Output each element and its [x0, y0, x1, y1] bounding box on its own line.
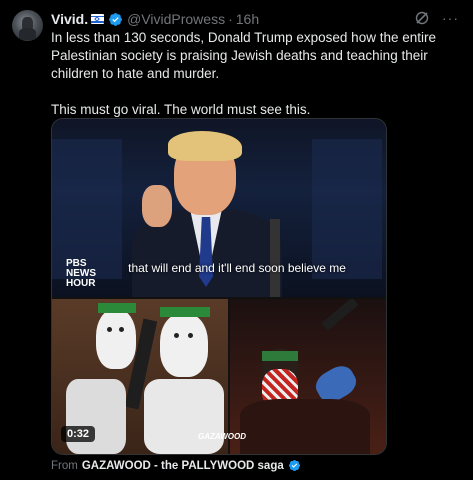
tweet-text: In less than 130 seconds, Donald Trump e…	[51, 29, 461, 119]
video-frame-speaker: PBS NEWS HOUR that will end and it'll en…	[52, 119, 386, 297]
tweet-text-paragraph-1: In less than 130 seconds, Donald Trump e…	[51, 30, 436, 81]
gazawood-watermark: GAZAWOOD	[198, 432, 246, 441]
tweet[interactable]: Vivid. @VividProwess · 16h ··· In less t…	[0, 0, 473, 480]
grok-icon[interactable]	[414, 10, 430, 26]
separator-dot: ·	[228, 11, 233, 27]
tweet-header: Vivid. @VividProwess · 16h	[51, 10, 259, 28]
video-source-attribution: From GAZAWOOD - the PALLYWOOD saga	[51, 459, 301, 472]
tweet-text-paragraph-2: This must go viral. The world must see t…	[51, 102, 311, 117]
avatar-figure-body	[19, 28, 36, 40]
timestamp[interactable]: 16h	[236, 11, 259, 27]
author-name[interactable]: Vivid.	[51, 11, 88, 27]
author-handle[interactable]: @VividProwess	[127, 11, 225, 27]
tweet-actions-top: ···	[414, 10, 459, 26]
video-duration: 0:32	[61, 426, 96, 442]
video-frame-masked-crowd	[230, 299, 386, 454]
verified-badge-icon[interactable]	[108, 12, 123, 27]
verified-badge-icon	[288, 459, 300, 472]
israel-flag-icon	[91, 14, 105, 24]
source-account-link[interactable]: GAZAWOOD - the PALLYWOOD saga	[82, 460, 284, 472]
more-options-icon[interactable]: ···	[442, 10, 459, 26]
video-player[interactable]: PBS NEWS HOUR that will end and it'll en…	[51, 118, 387, 455]
avatar[interactable]	[12, 10, 43, 41]
pbs-newshour-logo: PBS NEWS HOUR	[66, 258, 96, 289]
video-caption: that will end and it'll end soon believe…	[128, 261, 346, 275]
source-prefix: From	[51, 459, 78, 472]
